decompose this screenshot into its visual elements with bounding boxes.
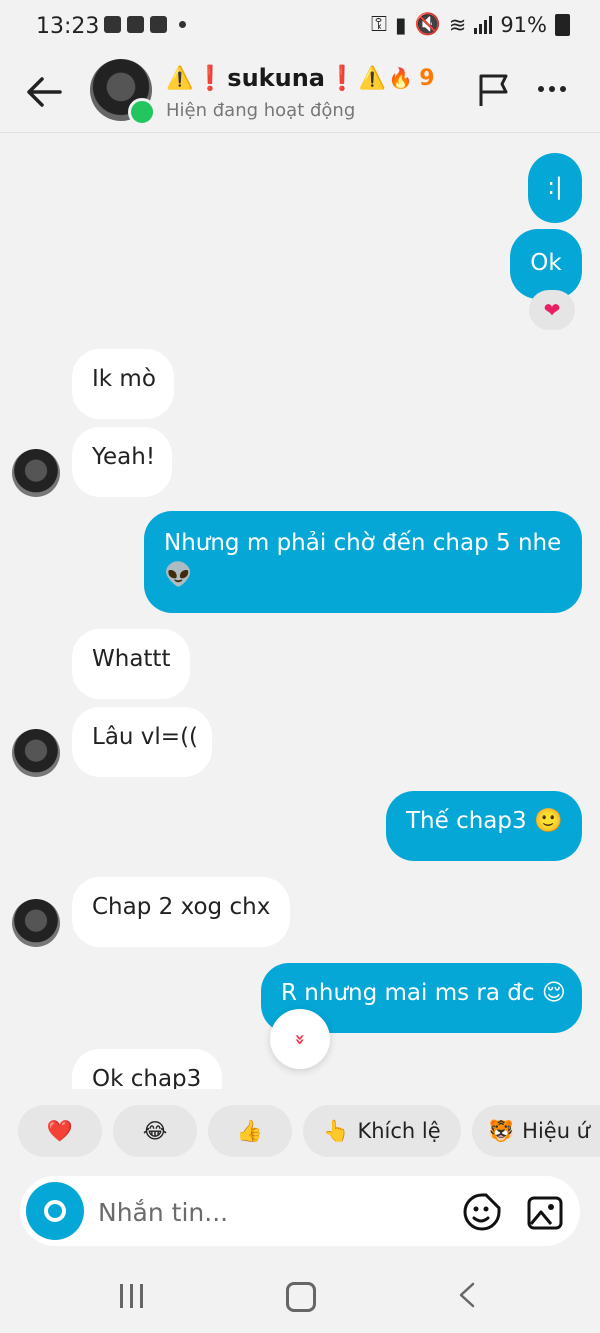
online-indicator (128, 98, 156, 126)
pointing-hand-icon: 👆 (323, 1118, 350, 1143)
heart-reaction-icon[interactable]: ❤ (529, 290, 575, 330)
effect-filter-icon: 🐯 (488, 1118, 515, 1143)
contact-mini-avatar[interactable] (12, 899, 60, 947)
message-composer (20, 1176, 580, 1246)
system-navigation-bar (0, 1258, 600, 1333)
message-bubble-in[interactable]: Lâu vl=(( (72, 707, 212, 777)
recent-apps-icon[interactable] (120, 1284, 143, 1308)
home-icon[interactable] (286, 1282, 316, 1312)
message-bubble-in[interactable]: Chap 2 xog chx (72, 877, 290, 947)
warning-icon: ⚠️ (358, 65, 387, 91)
fire-icon: 🔥 (388, 66, 414, 90)
quick-reaction-laugh[interactable]: 😂 (113, 1105, 197, 1157)
chat-header: ⚠️ ❗ sukuna ❗ ⚠️ 🔥 9 Hiện đang hoạt động (0, 52, 600, 133)
wifi-icon: ≋ (448, 12, 467, 37)
double-chevron-down-icon: » (289, 1033, 311, 1045)
message-bubble-in[interactable]: Ok chap3 (72, 1049, 222, 1089)
sticker-icon[interactable] (462, 1192, 502, 1232)
key-icon: ⚿ (371, 12, 387, 36)
nav-back-icon[interactable] (458, 1282, 476, 1308)
message-list[interactable]: :| Ok ❤ Ik mò Yeah! Nhưng m phải chờ đến… (0, 133, 600, 1089)
camera-button[interactable] (26, 1182, 84, 1240)
message-bubble-in[interactable]: Ik mò (72, 349, 174, 419)
status-bar: 13:23 ⚿ ▮ 🔇 ≋ 91% (0, 0, 600, 52)
warning-icon: ⚠️ (166, 65, 194, 91)
message-bubble-out[interactable]: :| (528, 153, 582, 223)
message-bubble-out[interactable]: Thế chap3 🙂 (386, 791, 582, 861)
mute-icon: 🔇 (414, 12, 441, 36)
more-notifications-icon (179, 21, 186, 28)
system-icons: ⚿ ▮ 🔇 ≋ 91% (371, 12, 570, 37)
active-status: Hiện đang hoạt động (166, 100, 356, 121)
streak-count: 9 (419, 65, 435, 91)
chip-label: Hiệu ứ (522, 1119, 590, 1143)
flag-icon[interactable] (476, 72, 512, 108)
message-bubble-out[interactable]: Nhưng m phải chờ đến chap 5 nhe 👽 (144, 511, 582, 613)
contact-mini-avatar[interactable] (12, 729, 60, 777)
back-arrow-icon[interactable] (24, 74, 64, 110)
message-bubble-in[interactable]: Whattt (72, 629, 190, 699)
quick-reaction-effects[interactable]: 🐯 Hiệu ứ (472, 1105, 600, 1157)
contact-name: sukuna (227, 64, 325, 92)
quick-reaction-bar: ❤️ 😂 👍 👆 Khích lệ 🐯 Hiệu ứ (0, 1105, 600, 1161)
message-bubble-in[interactable]: Yeah! (72, 427, 172, 497)
exclamation-icon: ❗ (327, 64, 357, 92)
laughing-emoji-icon: 😂 (142, 1119, 168, 1143)
chip-label: Khích lệ (357, 1119, 441, 1143)
scroll-to-bottom-button[interactable]: » (270, 1009, 330, 1069)
quick-reaction-thumbs-up[interactable]: 👍 (208, 1105, 292, 1157)
contact-mini-avatar[interactable] (12, 449, 60, 497)
status-time: 13:23 (36, 14, 100, 39)
gallery-icon[interactable] (526, 1192, 566, 1232)
notification-icons (104, 16, 186, 33)
more-options-icon[interactable] (538, 86, 566, 92)
quick-reaction-encourage[interactable]: 👆 Khích lệ (303, 1105, 461, 1157)
gallery-notification-icon (104, 16, 121, 33)
battery-percent: 91% (500, 12, 547, 37)
battery-icon (555, 13, 570, 36)
exclamation-icon: ❗ (195, 64, 226, 92)
vpn-icon: ▮ (394, 12, 407, 37)
contact-name-row[interactable]: ⚠️ ❗ sukuna ❗ ⚠️ 🔥 9 (166, 64, 435, 92)
signal-icon (474, 15, 493, 34)
message-input[interactable] (96, 1190, 440, 1234)
camera-icon (44, 1200, 66, 1222)
quick-reaction-heart[interactable]: ❤️ (18, 1105, 102, 1157)
heart-icon: ❤️ (46, 1118, 74, 1143)
message-bubble-out[interactable]: Ok (510, 229, 582, 299)
facebook-notification-icon (127, 16, 144, 33)
thumbs-up-icon: 👍 (236, 1118, 264, 1143)
capcut-notification-icon (150, 16, 167, 33)
